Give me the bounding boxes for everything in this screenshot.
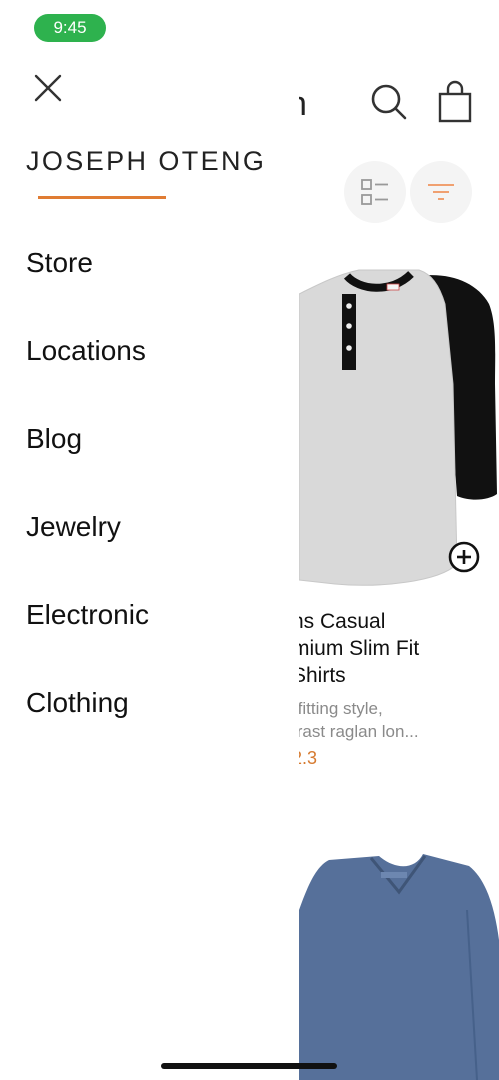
name-underline [38,196,166,199]
shopping-bag-icon [438,80,472,123]
status-time: 9:45 [34,14,106,42]
product-description: -fitting style, trast raglan lon... [292,697,419,743]
menu-item-clothing[interactable]: Clothing [26,680,286,768]
navigation-drawer: 9:45 JOSEPH OTENG Store Locations Blog J… [0,0,299,1080]
product-name[interactable]: ns Casual mium Slim Fit Shirts [292,608,499,689]
menu-item-jewelry[interactable]: Jewelry [26,504,286,592]
product-name-line: Shirts [292,664,346,687]
home-indicator[interactable] [161,1063,337,1069]
menu-item-electronic[interactable]: Electronic [26,592,286,680]
drawer-menu: Store Locations Blog Jewelry Electronic … [26,240,286,768]
menu-item-blog[interactable]: Blog [26,416,286,504]
product-image[interactable] [299,850,499,1080]
add-to-cart-icon[interactable] [447,540,481,574]
product-description-line: trast raglan lon... [292,722,419,741]
filter-icon [428,184,454,200]
product-name-line: mium Slim Fit [292,637,420,660]
menu-item-locations[interactable]: Locations [26,328,286,416]
list-layout-icon [361,179,388,205]
search-icon [371,84,407,120]
list-layout-button[interactable] [344,161,406,223]
user-name: JOSEPH OTENG [26,146,267,176]
product-name-line: ns Casual [292,610,386,633]
screen: ns Casual mium Slim Fit Shirts -fitting … [0,0,499,1080]
product-description-line: -fitting style, [292,699,383,718]
search-button[interactable] [367,80,411,124]
close-icon [34,74,62,102]
menu-item-store[interactable]: Store [26,240,286,328]
close-button[interactable] [28,68,68,108]
filter-button[interactable] [410,161,472,223]
shopping-bag-button[interactable] [433,80,477,124]
